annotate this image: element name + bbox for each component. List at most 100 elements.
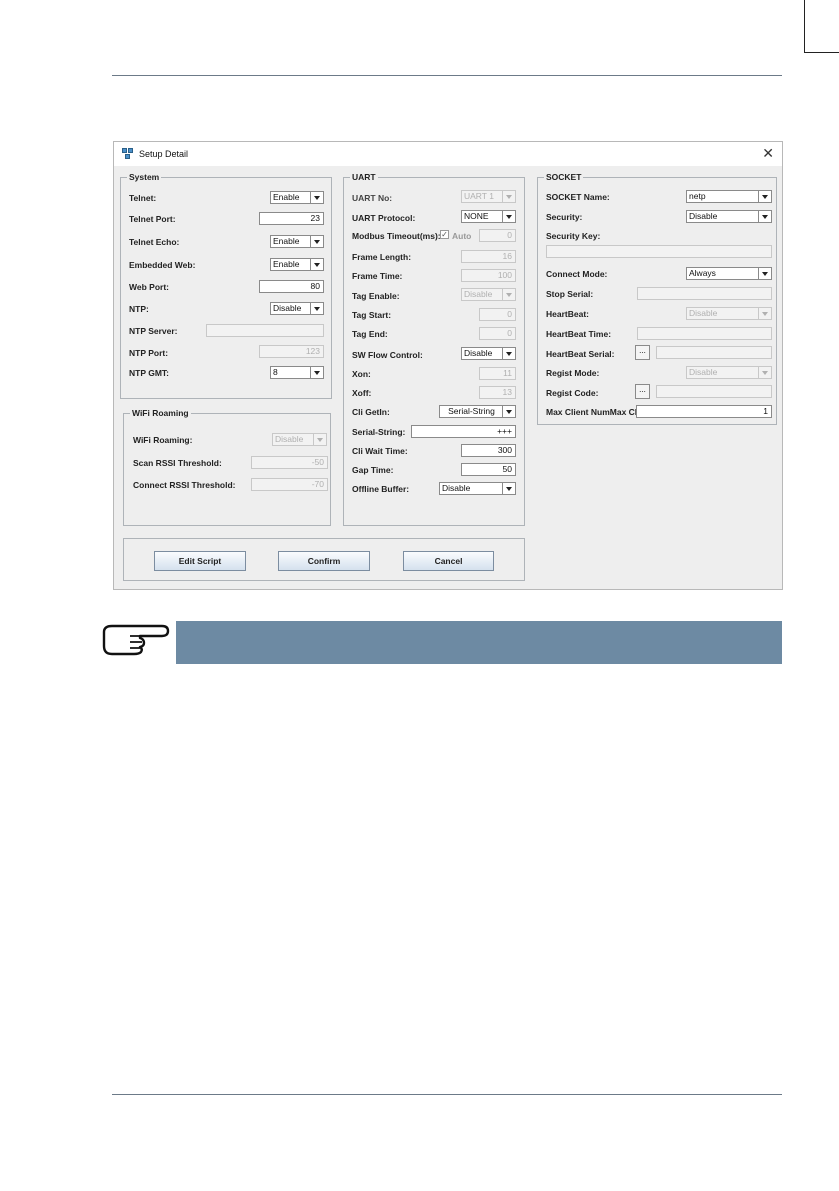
wifi-roaming-title: WiFi Roaming (130, 408, 191, 418)
serial-string-input[interactable]: +++ (411, 425, 516, 438)
chevron-down-icon (502, 348, 515, 359)
frame-time-label: Frame Time: (352, 271, 403, 281)
chevron-down-icon (310, 236, 323, 247)
regist-mode-label: Regist Mode: (546, 368, 600, 378)
security-label: Security: (546, 212, 583, 222)
offline-buffer-select[interactable]: Disable (439, 482, 516, 495)
telnet-port-input[interactable]: 23 (259, 212, 324, 225)
system-group-title: System (127, 172, 162, 182)
wifi-roaming-select[interactable]: Disable (272, 433, 327, 446)
ntp-gmt-select[interactable]: 8 (270, 366, 324, 379)
chevron-down-icon (758, 211, 771, 222)
chevron-down-icon (758, 367, 771, 378)
heartbeat-serial-browse-button[interactable]: ... (635, 345, 650, 360)
regist-code-browse-button[interactable]: ... (635, 384, 650, 399)
telnet-echo-label: Telnet Echo: (129, 237, 180, 247)
chevron-down-icon (502, 289, 515, 300)
tag-enable-select[interactable]: Disable (461, 288, 516, 301)
chevron-down-icon (310, 367, 323, 378)
uart-group: UART UART No: UART 1 UART Protocol: NONE… (343, 172, 525, 526)
frame-length-input[interactable]: 16 (461, 250, 516, 263)
frame-time-input[interactable]: 100 (461, 269, 516, 282)
security-key-input[interactable] (546, 245, 772, 258)
max-client-input[interactable]: 1 (636, 405, 772, 418)
security-select[interactable]: Disable (686, 210, 772, 223)
heartbeat-time-input[interactable] (637, 327, 772, 340)
gap-time-input[interactable]: 50 (461, 463, 516, 476)
ntp-port-label: NTP Port: (129, 348, 169, 358)
chevron-down-icon (758, 268, 771, 279)
modbus-timeout-input[interactable]: 0 (479, 229, 516, 242)
button-bar: Edit Script Confirm Cancel (123, 538, 525, 581)
ntp-server-input[interactable] (206, 324, 324, 337)
telnet-select[interactable]: Enable (270, 191, 324, 204)
scan-rssi-input[interactable]: -50 (251, 456, 328, 469)
offline-buffer-label: Offline Buffer: (352, 484, 410, 494)
chevron-down-icon (502, 406, 515, 417)
web-port-input[interactable]: 80 (259, 280, 324, 293)
regist-mode-select[interactable]: Disable (686, 366, 772, 379)
socket-name-label: SOCKET Name: (546, 192, 610, 202)
header-rule (112, 75, 782, 76)
edit-script-button[interactable]: Edit Script (154, 551, 246, 571)
xoff-input[interactable]: 13 (479, 386, 516, 399)
confirm-button[interactable]: Confirm (278, 551, 370, 571)
chevron-down-icon (310, 259, 323, 270)
connect-rssi-input[interactable]: -70 (251, 478, 328, 491)
embedded-web-select[interactable]: Enable (270, 258, 324, 271)
xon-input[interactable]: 11 (479, 367, 516, 380)
socket-name-select[interactable]: netp (686, 190, 772, 203)
tag-start-label: Tag Start: (352, 310, 392, 320)
xoff-label: Xoff: (352, 388, 372, 398)
pointing-hand-icon (102, 624, 170, 656)
serial-string-label: Serial-String: (352, 427, 406, 437)
close-icon[interactable]: ✕ (762, 145, 774, 162)
wifi-roaming-group: WiFi Roaming WiFi Roaming: Disable Scan … (123, 408, 331, 526)
auto-label: Auto (452, 231, 472, 241)
embedded-web-label: Embedded Web: (129, 260, 196, 270)
frame-length-label: Frame Length: (352, 252, 412, 262)
ntp-port-input[interactable]: 123 (259, 345, 324, 358)
uart-no-label: UART No: (352, 193, 393, 203)
chevron-down-icon (310, 192, 323, 203)
ntp-gmt-label: NTP GMT: (129, 368, 169, 378)
cli-wait-input[interactable]: 300 (461, 444, 516, 457)
auto-checkbox[interactable]: ✓ (440, 230, 449, 239)
wifi-roaming-label: WiFi Roaming: (133, 435, 193, 445)
heartbeat-serial-input[interactable] (656, 346, 772, 359)
stop-serial-label: Stop Serial: (546, 289, 594, 299)
uart-no-select[interactable]: UART 1 (461, 190, 516, 203)
chevron-down-icon (758, 191, 771, 202)
connect-mode-select[interactable]: Always (686, 267, 772, 280)
heartbeat-select[interactable]: Disable (686, 307, 772, 320)
stop-serial-input[interactable] (637, 287, 772, 300)
ntp-select[interactable]: Disable (270, 302, 324, 315)
web-port-label: Web Port: (129, 282, 169, 292)
chevron-down-icon (313, 434, 326, 445)
uart-protocol-select[interactable]: NONE (461, 210, 516, 223)
chevron-down-icon (502, 191, 515, 202)
crop-mark-vertical (804, 0, 805, 52)
regist-code-label: Regist Code: (546, 388, 599, 398)
telnet-port-label: Telnet Port: (129, 214, 176, 224)
chevron-down-icon (758, 308, 771, 319)
socket-group-title: SOCKET (544, 172, 584, 182)
ntp-label: NTP: (129, 304, 149, 314)
tag-start-input[interactable]: 0 (479, 308, 516, 321)
chevron-down-icon (502, 483, 515, 494)
cli-getin-select[interactable]: Serial-String (439, 405, 516, 418)
chevron-down-icon (310, 303, 323, 314)
scan-rssi-label: Scan RSSI Threshold: (133, 458, 222, 468)
window-titlebar: Setup Detail ✕ (114, 142, 782, 166)
regist-code-input[interactable] (656, 385, 772, 398)
app-network-icon (122, 148, 134, 160)
socket-group: SOCKET SOCKET Name: netp Security: Disab… (537, 172, 777, 425)
sw-flow-select[interactable]: Disable (461, 347, 516, 360)
telnet-echo-select[interactable]: Enable (270, 235, 324, 248)
tag-end-input[interactable]: 0 (479, 327, 516, 340)
cancel-button[interactable]: Cancel (403, 551, 494, 571)
max-client-label: Max Client NumMax Cl... (546, 407, 645, 417)
footer-rule (112, 1094, 782, 1095)
xon-label: Xon: (352, 369, 371, 379)
security-key-label: Security Key: (546, 231, 601, 241)
